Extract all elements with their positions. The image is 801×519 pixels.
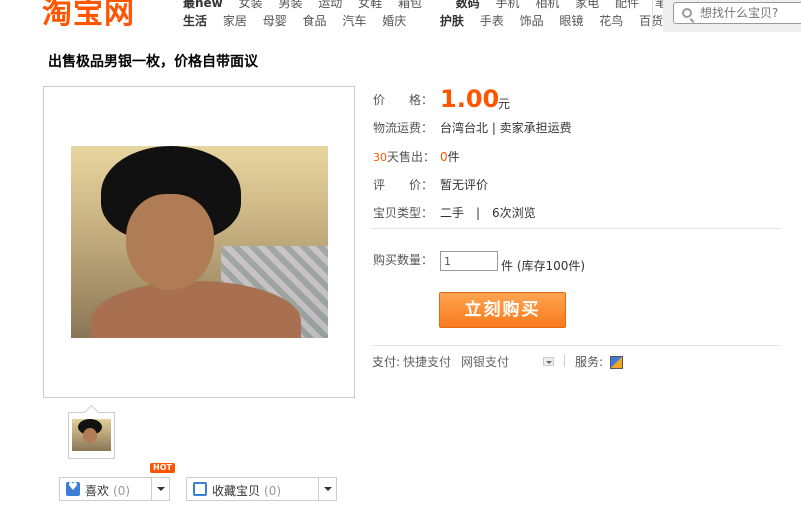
service-label: 服务: [575,355,604,369]
nav-link[interactable]: 母婴 [263,12,287,29]
nav-link[interactable]: 饰品 [520,12,544,29]
nav-link[interactable]: 女鞋 [358,0,382,11]
nav-link[interactable]: 手表 [480,12,504,29]
divider [564,355,565,367]
search-area [663,0,801,32]
favorite-button[interactable]: 收藏宝贝 (0) [186,477,337,501]
search-icon[interactable] [682,8,692,18]
nav-link[interactable]: 婚庆 [382,12,406,29]
nav-head[interactable]: 生活 [183,12,207,29]
sold-label: 30天售出： [373,150,436,164]
search-box[interactable] [673,2,801,24]
nav-link[interactable]: 男装 [278,0,302,11]
nav-head[interactable]: 最new [183,0,223,11]
payment-method[interactable]: 快捷支付 [403,353,451,370]
chevron-down-icon[interactable] [318,478,336,500]
review-value: 暂无评价 [440,178,489,192]
category-nav-row-1: 最new 女装 男装 运动 女鞋 箱包 数码 手机 相机 家电 配件 笔记本 [183,0,703,11]
buy-now-button[interactable]: 立刻购买 [439,292,566,328]
item-type-label: 宝贝类型： [373,206,434,220]
favorite-label: 收藏宝贝 [212,484,261,498]
sold-value: 0件 [440,150,460,164]
like-label: 喜欢 [85,484,110,498]
sold-count: 0 [440,150,448,164]
category-nav-row-2: 生活 家居 母婴 食品 汽车 婚庆 护肤 手表 饰品 眼镜 花鸟 百货 [183,12,675,29]
payment-method[interactable]: 网银支付 [461,353,509,370]
divider [371,228,781,229]
nav-link[interactable]: 家电 [575,0,599,11]
favorite-count: (0) [264,484,282,498]
quantity-input[interactable] [440,251,498,271]
nav-link[interactable]: 手机 [496,0,520,11]
service-icon[interactable] [610,356,623,369]
chevron-down-icon[interactable] [543,357,554,366]
nav-link[interactable]: 食品 [303,12,327,29]
search-input[interactable] [700,5,801,21]
header-divider [652,0,653,30]
heart-icon [66,480,80,496]
payment-label: 支付: [372,355,401,369]
nav-link[interactable]: 汽车 [342,12,366,29]
nav-link[interactable]: 女装 [239,0,263,11]
review-label: 评 价： [373,178,434,192]
nav-link[interactable]: 眼镜 [559,12,583,29]
quantity-label: 购买数量： [373,253,434,267]
product-photo [71,146,328,338]
thumbnail-selected[interactable] [68,412,115,459]
nav-link[interactable]: 家居 [223,12,247,29]
nav-link[interactable]: 花鸟 [599,12,623,29]
taobao-logo[interactable]: 淘宝网 [42,0,135,32]
item-type-value: 二手 | 6次浏览 [440,206,536,220]
like-count: (0) [113,484,131,498]
thumbnail-image [72,419,111,451]
favorite-icon [193,482,207,496]
like-button[interactable]: 喜欢(0) [59,477,170,501]
nav-link[interactable]: 箱包 [398,0,422,11]
nav-link[interactable]: 运动 [318,0,342,11]
price-value: 1.00 [440,85,500,113]
sold-days: 30 [373,151,387,164]
hot-badge: HOT [150,463,175,473]
nav-link[interactable]: 相机 [535,0,559,11]
stock-info: 件 (库存100件) [501,259,586,273]
chevron-down-icon[interactable] [151,478,169,500]
item-title: 出售极品男银一枚，价格自带面议 [48,54,258,70]
price-label: 价 格： [373,93,434,107]
nav-head[interactable]: 数码 [456,0,480,11]
shipping-value: 台湾台北 | 卖家承担运费 [440,121,572,135]
main-product-image[interactable] [43,86,355,398]
nav-head[interactable]: 护肤 [440,12,464,29]
price-unit: 元 [498,97,511,111]
nav-link[interactable]: 配件 [615,0,639,11]
shipping-label: 物流运费： [373,121,434,135]
divider [371,345,781,346]
